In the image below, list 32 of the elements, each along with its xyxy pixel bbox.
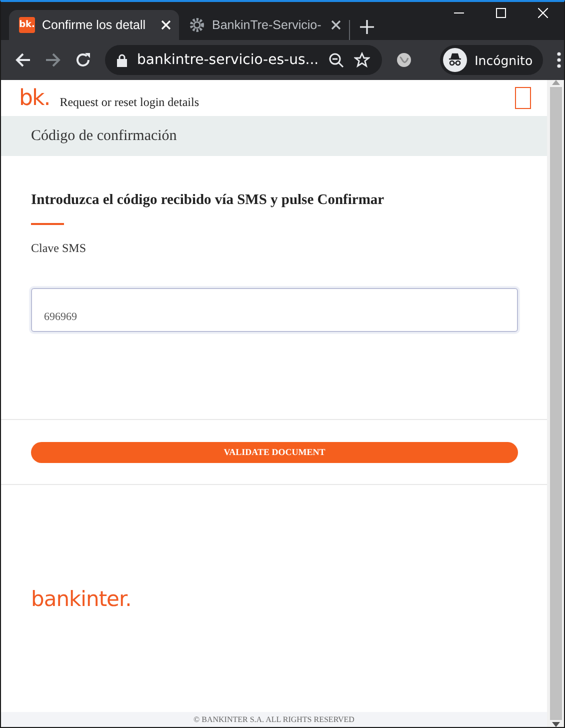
- tab-title: Confirme los detall: [42, 18, 147, 32]
- reload-icon[interactable]: [75, 52, 91, 68]
- copyright-text: © BANKINTER S.A. ALL RIGHTS RESERVED: [194, 715, 354, 724]
- star-icon[interactable]: [354, 52, 370, 68]
- back-arrow-icon[interactable]: [15, 52, 31, 68]
- forward-arrow-icon[interactable]: [45, 52, 61, 68]
- favicon: bk.: [19, 17, 35, 33]
- kebab-menu-icon[interactable]: [556, 52, 561, 68]
- incognito-icon: [442, 48, 467, 72]
- section-title: Código de confirmación: [31, 128, 177, 144]
- address-bar[interactable]: bankintre-servicio-es-us...: [105, 45, 382, 75]
- accent-line: [31, 223, 64, 225]
- footer-logo: bankinter.: [31, 586, 132, 610]
- outlined-frame-icon[interactable]: [515, 87, 531, 109]
- lock-icon: [117, 54, 127, 66]
- down-arrow-icon[interactable]: [552, 722, 560, 727]
- browser-tab[interactable]: bk. Confirme los detall: [9, 10, 179, 40]
- field-label: Clave SMS: [31, 241, 88, 256]
- zoom-out-icon[interactable]: [328, 52, 344, 68]
- tab-title: BankinTre-Servicio-: [212, 18, 322, 32]
- heading: Introduzca el código recibido vía SMS y pulse Confirmar: [31, 192, 386, 209]
- plus-icon[interactable]: [360, 20, 374, 34]
- profile-button[interactable]: Incógnito: [440, 45, 543, 75]
- browser-tab[interactable]: BankinTre-Servicio-: [179, 10, 349, 40]
- sms-code-field[interactable]: 696969: [31, 288, 518, 332]
- scrollbar[interactable]: [547, 80, 564, 727]
- maximize-icon[interactable]: [496, 8, 506, 18]
- gear-icon: [189, 17, 205, 33]
- header-title: Request or reset login details: [60, 95, 200, 110]
- url-text: bankintre-servicio-es-us...: [137, 52, 319, 68]
- close-icon[interactable]: [331, 20, 341, 30]
- scrollbar-thumb[interactable]: [550, 87, 562, 720]
